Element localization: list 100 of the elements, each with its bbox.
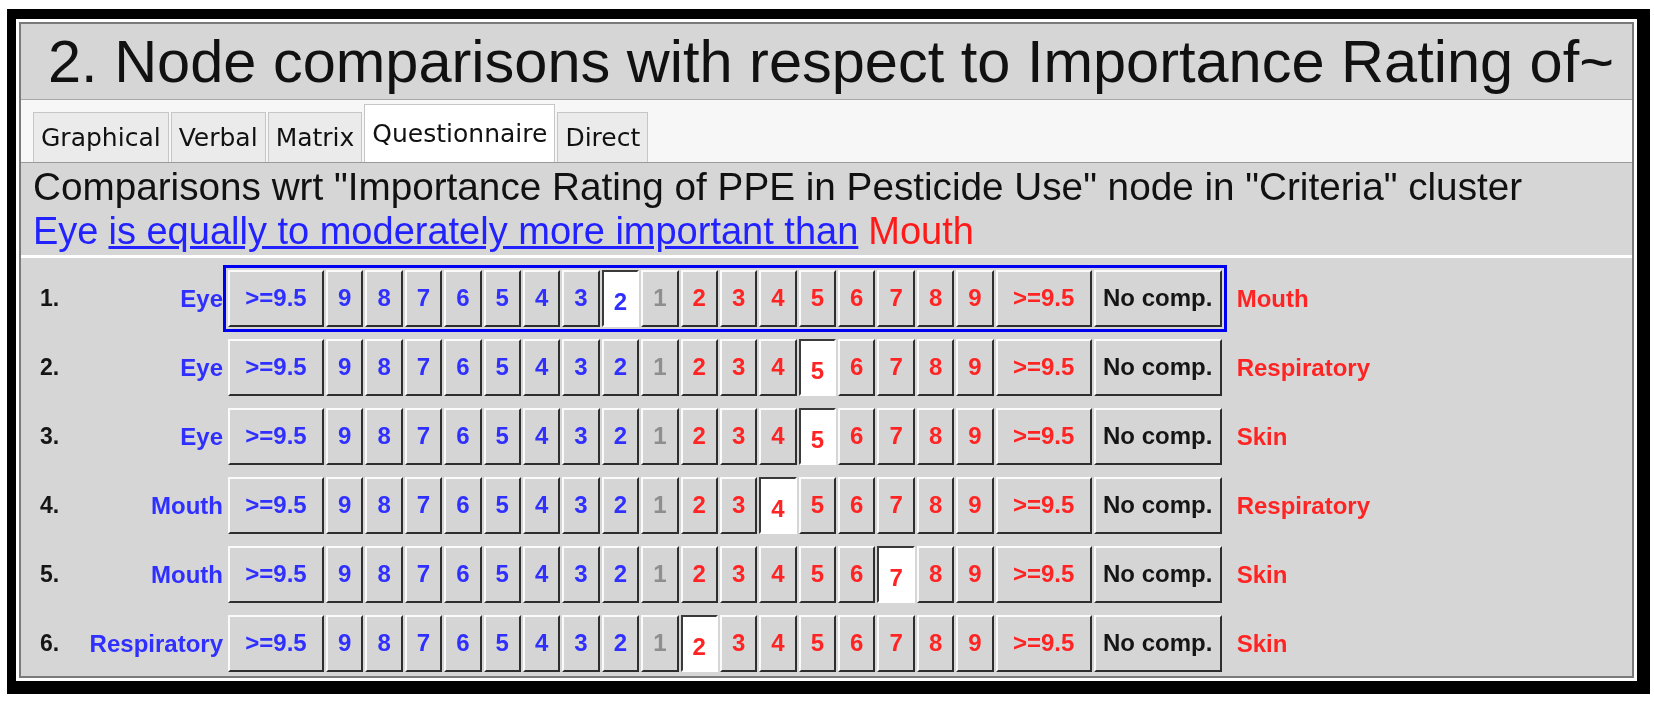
rating-button[interactable]: 5 [798,339,837,396]
rating-button[interactable]: >=9.5 [995,270,1092,327]
rating-button[interactable]: 9 [326,546,364,603]
rating-button[interactable]: 4 [759,546,797,603]
rating-button[interactable]: 3 [719,477,758,534]
rating-button[interactable]: 2 [601,477,640,534]
rating-button[interactable]: 9 [326,477,364,534]
rating-button[interactable]: 3 [562,270,600,327]
rating-button[interactable]: 8 [916,339,955,396]
rating-button[interactable]: 7 [404,546,443,603]
rating-button[interactable]: 2 [680,339,718,396]
rating-button[interactable]: 9 [326,408,364,465]
rating-button[interactable]: >=9.5 [228,615,324,672]
rating-button[interactable]: >=9.5 [995,615,1092,672]
rating-button[interactable]: >=9.5 [228,408,324,465]
rating-button[interactable]: 2 [601,339,640,396]
rating-button[interactable]: 3 [562,615,600,672]
rating-button[interactable]: 4 [522,477,561,534]
rating-button[interactable]: 5 [483,339,521,396]
rating-button[interactable]: 7 [404,270,443,327]
rating-button[interactable]: 6 [838,615,876,672]
rating-button[interactable]: 6 [444,477,482,534]
rating-button[interactable]: 8 [365,408,403,465]
rating-button[interactable]: 9 [326,615,364,672]
rating-button[interactable]: 5 [798,477,837,534]
rating-button[interactable]: 3 [562,546,600,603]
rating-button[interactable]: >=9.5 [228,270,324,327]
rating-button[interactable]: 5 [798,546,837,603]
rating-button[interactable]: 4 [522,546,561,603]
rating-button[interactable]: 4 [759,339,797,396]
rating-button[interactable]: 2 [680,615,718,672]
rating-button[interactable]: 8 [916,615,955,672]
rating-button[interactable]: 4 [759,408,797,465]
rating-button[interactable]: 4 [759,477,797,534]
rating-button[interactable]: 4 [522,339,561,396]
rating-button[interactable]: >=9.5 [228,339,324,396]
rating-button[interactable]: 5 [798,408,837,465]
no-comparison-button[interactable]: No comp. [1093,408,1222,465]
no-comparison-button[interactable]: No comp. [1093,615,1222,672]
rating-button[interactable]: 2 [680,270,718,327]
rating-button[interactable]: 2 [601,546,640,603]
rating-button[interactable]: 4 [759,270,797,327]
no-comparison-button[interactable]: No comp. [1093,477,1222,534]
no-comparison-button[interactable]: No comp. [1093,339,1222,396]
rating-button[interactable]: 3 [719,270,758,327]
rating-button[interactable]: 8 [916,408,955,465]
rating-button[interactable]: 8 [365,477,403,534]
rating-button[interactable]: 7 [877,615,915,672]
no-comparison-button[interactable]: No comp. [1093,546,1222,603]
rating-button[interactable]: 6 [838,408,876,465]
rating-button[interactable]: 2 [680,546,718,603]
rating-button[interactable]: 8 [916,546,955,603]
rating-button[interactable]: 4 [522,270,561,327]
rating-button[interactable]: 9 [956,408,994,465]
tab[interactable]: Questionnaire [364,104,556,162]
rating-button[interactable]: 7 [404,615,443,672]
rating-button[interactable]: 5 [483,270,521,327]
rating-button[interactable]: 9 [326,270,364,327]
rating-button[interactable]: 7 [877,546,915,603]
rating-button[interactable]: >=9.5 [228,546,324,603]
rating-button[interactable]: 3 [719,339,758,396]
rating-button[interactable]: 3 [562,339,600,396]
rating-button[interactable]: 3 [562,477,600,534]
verdict-link[interactable]: is equally to moderately more important than [108,209,859,253]
rating-button[interactable]: 4 [759,615,797,672]
rating-button[interactable]: >=9.5 [995,546,1092,603]
no-comparison-button[interactable]: No comp. [1093,270,1222,327]
rating-button[interactable]: >=9.5 [228,477,324,534]
rating-button[interactable]: 9 [956,477,994,534]
rating-button[interactable]: 9 [956,270,994,327]
rating-button[interactable]: 8 [365,546,403,603]
rating-button[interactable]: 6 [838,477,876,534]
rating-button[interactable]: 2 [680,408,718,465]
rating-button[interactable]: 8 [916,477,955,534]
tab[interactable]: Verbal [170,112,266,162]
rating-button[interactable]: 7 [404,408,443,465]
rating-button[interactable]: 8 [365,339,403,396]
rating-button[interactable]: 3 [719,408,758,465]
rating-button[interactable]: 3 [719,615,758,672]
rating-button[interactable]: 6 [444,408,482,465]
rating-button[interactable]: 9 [956,339,994,396]
rating-button[interactable]: 4 [522,615,561,672]
rating-button[interactable]: 5 [798,270,837,327]
rating-button[interactable]: 7 [404,477,443,534]
rating-button[interactable]: 6 [444,270,482,327]
tab[interactable]: Matrix [267,112,363,162]
rating-button[interactable]: 9 [326,339,364,396]
rating-button[interactable]: 6 [444,615,482,672]
rating-button[interactable]: 8 [365,270,403,327]
rating-button[interactable]: 2 [680,477,718,534]
rating-button[interactable]: 8 [365,615,403,672]
rating-button[interactable]: 3 [562,408,600,465]
tab[interactable]: Graphical [33,112,169,162]
rating-button[interactable]: >=9.5 [995,477,1092,534]
rating-button[interactable]: >=9.5 [995,339,1092,396]
rating-button[interactable]: 6 [444,546,482,603]
rating-button[interactable]: 5 [483,546,521,603]
rating-button[interactable]: 2 [601,615,640,672]
rating-button[interactable]: 2 [601,270,640,327]
rating-button[interactable]: 5 [483,615,521,672]
